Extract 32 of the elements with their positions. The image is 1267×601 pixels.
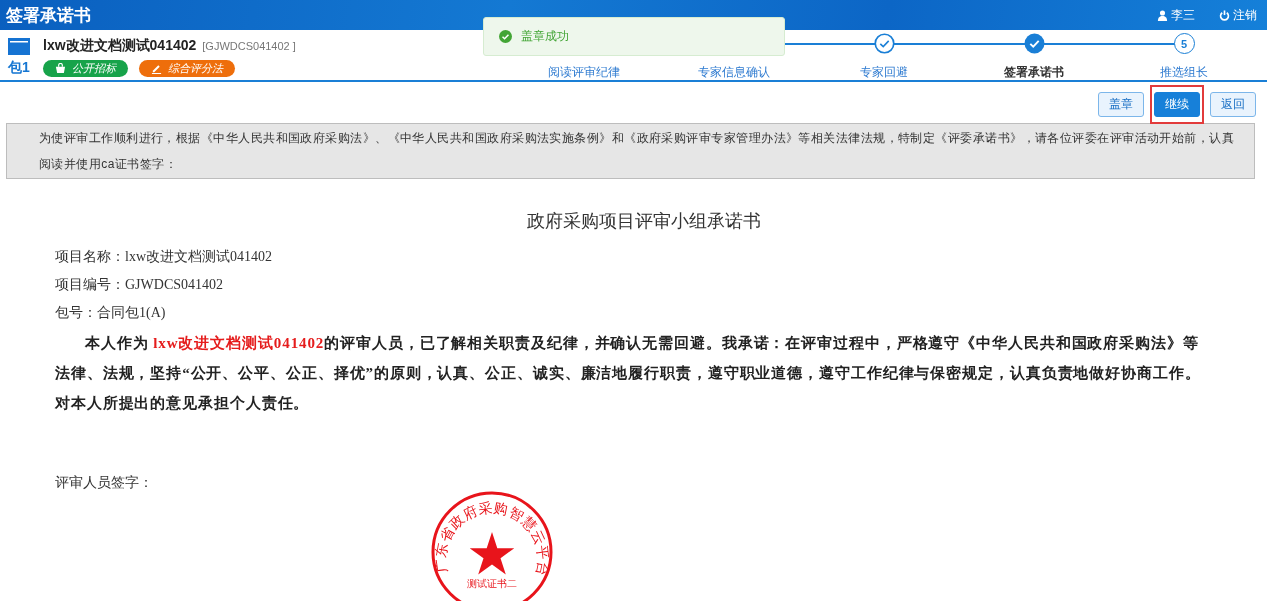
document-title: 政府采购项目评审小组承诺书 — [525, 210, 762, 233]
step-label[interactable]: 推选组长 — [1160, 64, 1208, 81]
pencil-icon — [151, 63, 162, 74]
project-name: lxw改进文档测试041402 — [43, 37, 197, 53]
document-field: 项目编号：GJWDCS041402 — [55, 271, 1212, 299]
tag-badge: 公开招标 — [43, 60, 128, 77]
check-circle-icon — [499, 30, 512, 43]
action-button[interactable]: 返回 — [1210, 92, 1256, 117]
page-title: 签署承诺书 — [6, 4, 92, 27]
toast-message: 盖章成功 — [521, 28, 569, 45]
folder-icon — [8, 38, 30, 55]
basket-icon — [55, 63, 66, 74]
user-name[interactable]: 李三 — [1171, 6, 1195, 24]
step-number: 5 — [1173, 33, 1195, 54]
step-label[interactable]: 签署承诺书 — [1004, 64, 1064, 81]
action-button[interactable]: 盖章 — [1098, 92, 1144, 117]
step-label[interactable]: 阅读评审纪律 — [548, 64, 620, 81]
power-icon[interactable] — [1219, 9, 1230, 21]
step-label[interactable]: 专家信息确认 — [698, 64, 770, 81]
logout-link[interactable]: 注销 — [1233, 6, 1257, 24]
pledge-paragraph: 本人作为 lxw改进文档测试041402的评审人员，已了解相关职责及纪律，并确认无需回避。我承诺：在评审过程中，严格遵守《中华人民共和国政府采购法》等法律、法规，坚持“公开、公平、公正、择优”的原则，认真、公正、诚实、廉洁地履行职责，遵守职业道德，遵守工作纪律与保密规定，认真负责地做好协商工作。对本人所提出的意见承担个人责任。 — [55, 334, 1202, 413]
notice-text: 为使评审工作顺利进行，根据《中华人民共和国政府采购法》、《中华人民共和国政府采购法实施条例》和《政府采购评审专家管理办法》等相关法律法规，特制定《评委承诺书》，请各位评委在评审活动开始前，认真阅读并使用ca证书签字： — [39, 130, 1236, 173]
seal-stamp: 广东省政府采购智慧云平台 测试证书二 — [431, 491, 553, 601]
user-icon — [1157, 9, 1168, 21]
step-label[interactable]: 专家回避 — [860, 64, 908, 81]
document-field: 包号：合同包1(A) — [55, 299, 1212, 327]
document-field: 项目名称：lxw改进文档测试041402 — [55, 243, 1212, 271]
action-button[interactable]: 继续 — [1154, 92, 1200, 117]
package-label: 包1 — [8, 59, 30, 77]
signature-label: 评审人员签字： — [55, 474, 154, 492]
tag-badge: 综合评分法 — [139, 60, 235, 77]
project-code: [GJWDCS041402 ] — [202, 40, 296, 52]
